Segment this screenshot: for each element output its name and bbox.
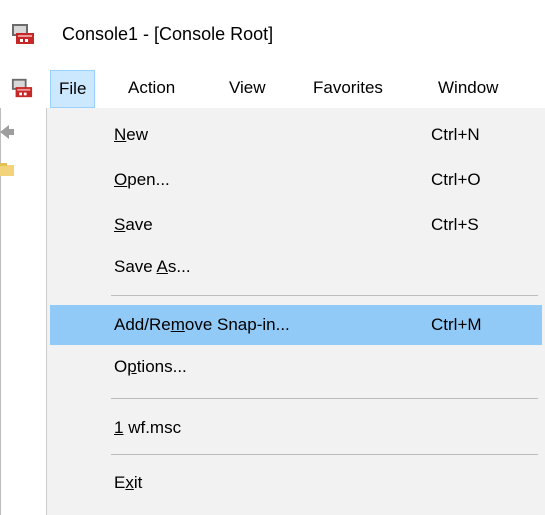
menu-view-label: View [229, 78, 266, 97]
window-title: Console1 - [Console Root] [62, 24, 274, 44]
menu-view[interactable]: View [221, 70, 274, 108]
shortcut-save: Ctrl+S [431, 215, 479, 234]
menu-item-new[interactable]: New Ctrl+N [50, 115, 542, 155]
mmc-console-icon [12, 24, 34, 44]
menu-item-options-label: Options... [114, 357, 187, 376]
system-menu-icon[interactable] [11, 77, 33, 99]
mnemonic-n: N [114, 125, 127, 144]
menu-separator [111, 295, 538, 296]
back-arrow-icon[interactable] [0, 122, 14, 142]
menu-item-save[interactable]: Save Ctrl+S [50, 205, 542, 245]
mnemonic-x: x [125, 473, 134, 492]
menu-window-label: Window [438, 78, 499, 97]
menu-action-label: Action [128, 78, 176, 97]
menu-item-save-as[interactable]: Save As... [50, 247, 542, 287]
menu-item-save-label: Save [114, 215, 153, 234]
shortcut-open: Ctrl+O [431, 170, 481, 189]
menu-item-exit[interactable]: Exit [50, 463, 542, 503]
menu-favorites[interactable]: Favorites [305, 70, 391, 108]
mnemonic-a: A [156, 257, 168, 276]
menu-item-recent-file[interactable]: 1 wf.msc [50, 408, 542, 448]
menu-item-options[interactable]: Options... [50, 347, 542, 387]
shortcut-new: Ctrl+N [431, 125, 480, 144]
mnemonic-m: m [170, 315, 185, 334]
menu-item-open[interactable]: Open... Ctrl+O [50, 160, 542, 200]
menu-item-add-remove-snap-in-label: Add/Remove Snap-in... [114, 315, 290, 334]
folder-icon [0, 163, 14, 176]
mnemonic-s: S [114, 215, 126, 234]
title-bar: Console1 - [Console Root] [0, 0, 545, 70]
file-dropdown-menu: New Ctrl+N Open... Ctrl+O Save Ctrl+S Sa… [46, 108, 545, 515]
menu-separator [111, 454, 538, 455]
menu-item-new-label: New [114, 125, 149, 144]
mnemonic-p: p [127, 357, 137, 376]
menu-item-save-as-label: Save As... [114, 257, 191, 276]
menu-item-recent-file-label: 1 wf.msc [114, 418, 182, 437]
menu-item-add-remove-snap-in[interactable]: Add/Remove Snap-in... Ctrl+M [50, 305, 542, 345]
menu-separator [111, 398, 538, 399]
menu-favorites-label: Favorites [313, 78, 383, 97]
mnemonic-1: 1 [114, 418, 124, 437]
menu-file[interactable]: File [50, 70, 96, 108]
menu-item-exit-label: Exit [114, 473, 143, 492]
menu-window[interactable]: Window [430, 70, 506, 108]
menu-action[interactable]: Action [120, 70, 183, 108]
mnemonic-o: O [114, 170, 128, 189]
menu-file-label: File [59, 79, 87, 98]
menu-item-open-label: Open... [114, 170, 170, 189]
shortcut-add-remove-snap-in: Ctrl+M [431, 315, 482, 334]
